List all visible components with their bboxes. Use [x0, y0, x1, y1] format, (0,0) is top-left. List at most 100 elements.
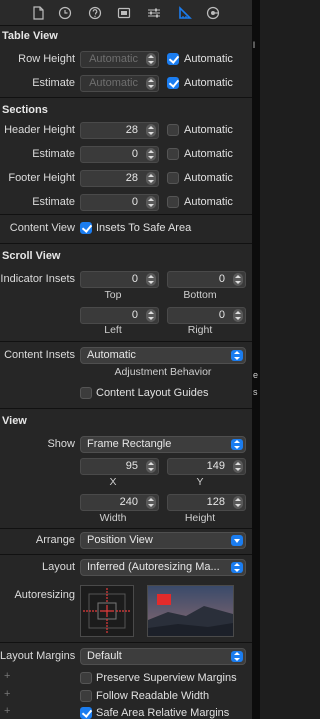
frame-y-caption: Y: [196, 476, 204, 488]
row-estimate-stepper[interactable]: [146, 77, 156, 90]
frame-width-caption: Width: [99, 512, 127, 524]
edge-mark: e: [253, 370, 259, 380]
header-height-automatic-checkbox[interactable]: [167, 124, 179, 136]
plus-icon[interactable]: +: [4, 670, 10, 682]
divider: [0, 408, 252, 409]
divider: [0, 642, 252, 643]
row-height-value: Automatic: [89, 53, 138, 65]
plus-icon[interactable]: +: [4, 705, 10, 717]
safe-area-relative-margins-label: Safe Area Relative Margins: [96, 707, 230, 719]
indicator-inset-left-stepper[interactable]: [146, 309, 156, 322]
row-estimate-field[interactable]: Automatic: [80, 75, 159, 92]
insets-to-safe-area-label: Insets To Safe Area: [96, 222, 192, 234]
preserve-superview-margins-checkbox[interactable]: [80, 672, 92, 684]
footer-height-automatic-label: Automatic: [184, 172, 233, 184]
attributes-icon[interactable]: [147, 6, 161, 20]
footer-height-automatic-checkbox[interactable]: [167, 172, 179, 184]
indicator-inset-top-stepper[interactable]: [146, 273, 156, 286]
indicator-insets-label: Indicator Insets: [0, 273, 75, 285]
indicator-inset-left-caption: Left: [104, 324, 122, 336]
footer-estimate-value: 0: [131, 196, 138, 208]
autoresizing-preview: [147, 585, 234, 637]
row-height-automatic-checkbox[interactable]: [167, 53, 179, 65]
header-estimate-automatic-checkbox[interactable]: [167, 148, 179, 160]
content-insets-popup[interactable]: Automatic: [80, 347, 246, 364]
arrange-popup[interactable]: Position View: [80, 532, 246, 549]
divider: [0, 528, 252, 529]
adjustment-behavior-caption: Adjustment Behavior: [114, 366, 212, 378]
preserve-superview-margins-label: Preserve Superview Margins: [96, 672, 237, 684]
section-title-table-view: Table View: [2, 30, 58, 42]
footer-estimate-automatic-checkbox[interactable]: [167, 196, 179, 208]
identity-icon[interactable]: [117, 6, 131, 20]
layout-popup[interactable]: Inferred (Autoresizing Ma...: [80, 559, 246, 576]
content-layout-guides-checkbox[interactable]: [80, 387, 92, 399]
footer-estimate-stepper[interactable]: [146, 196, 156, 209]
footer-height-stepper[interactable]: [146, 172, 156, 185]
frame-x-field[interactable]: 95: [80, 458, 159, 475]
insets-to-safe-area-checkbox[interactable]: [80, 222, 92, 234]
updown-arrows-icon: [231, 562, 243, 573]
frame-y-stepper[interactable]: [233, 460, 243, 473]
arrange-value: Position View: [87, 534, 153, 546]
content-view-label: Content View: [9, 222, 75, 234]
help-icon[interactable]: [88, 6, 102, 20]
autoresizing-mask-control[interactable]: [80, 585, 134, 637]
inspector-toolbar: [0, 0, 252, 26]
footer-estimate-field[interactable]: 0: [80, 194, 159, 211]
plus-icon[interactable]: +: [4, 688, 10, 700]
show-popup[interactable]: Frame Rectangle: [80, 436, 246, 453]
footer-height-field[interactable]: 28: [80, 170, 159, 187]
row-height-automatic-label: Automatic: [184, 53, 233, 65]
indicator-inset-right-field[interactable]: 0: [167, 307, 246, 324]
frame-height-stepper[interactable]: [233, 496, 243, 509]
indicator-inset-right-stepper[interactable]: [233, 309, 243, 322]
frame-x-caption: X: [109, 476, 117, 488]
autoresizing-mask-icon: [83, 588, 131, 634]
frame-height-field[interactable]: 128: [167, 494, 246, 511]
connections-icon[interactable]: [206, 6, 220, 20]
header-height-label: Header Height: [4, 124, 75, 136]
footer-height-value: 28: [125, 172, 138, 184]
frame-width-field[interactable]: 240: [80, 494, 159, 511]
content-layout-guides-label: Content Layout Guides: [96, 387, 209, 399]
indicator-inset-bottom-field[interactable]: 0: [167, 271, 246, 288]
indicator-inset-left-field[interactable]: 0: [80, 307, 159, 324]
history-icon[interactable]: [58, 6, 72, 20]
show-value: Frame Rectangle: [87, 438, 172, 450]
frame-width-value: 240: [119, 496, 138, 508]
frame-width-stepper[interactable]: [146, 496, 156, 509]
header-estimate-value: 0: [131, 148, 138, 160]
canvas-edge: l e s: [252, 0, 260, 719]
content-insets-value: Automatic: [87, 349, 136, 361]
layout-margins-value: Default: [87, 650, 122, 662]
safe-area-relative-margins-checkbox[interactable]: [80, 707, 92, 719]
divider: [0, 97, 252, 98]
header-height-field[interactable]: 28: [80, 122, 159, 139]
frame-x-value: 95: [125, 460, 138, 472]
indicator-inset-bottom-stepper[interactable]: [233, 273, 243, 286]
wallpaper-preview-image: [148, 586, 233, 636]
frame-height-caption: Height: [184, 512, 216, 524]
frame-y-value: 149: [206, 460, 225, 472]
follow-readable-width-label: Follow Readable Width: [96, 690, 210, 702]
row-height-stepper[interactable]: [146, 53, 156, 66]
indicator-inset-right-value: 0: [218, 309, 225, 321]
row-estimate-automatic-label: Automatic: [184, 77, 233, 89]
header-height-stepper[interactable]: [146, 124, 156, 137]
layout-margins-label: Layout Margins: [0, 650, 76, 662]
layout-margins-popup[interactable]: Default: [80, 648, 246, 665]
header-estimate-label: Estimate: [32, 148, 75, 160]
indicator-inset-bottom-caption: Bottom: [183, 289, 217, 301]
frame-y-field[interactable]: 149: [167, 458, 246, 475]
row-estimate-automatic-checkbox[interactable]: [167, 77, 179, 89]
file-inspector-icon[interactable]: [31, 6, 45, 20]
row-height-field[interactable]: Automatic: [80, 51, 159, 68]
indicator-inset-top-field[interactable]: 0: [80, 271, 159, 288]
frame-x-stepper[interactable]: [146, 460, 156, 473]
size-inspector-icon[interactable]: [178, 6, 192, 20]
indicator-inset-bottom-value: 0: [218, 273, 225, 285]
follow-readable-width-checkbox[interactable]: [80, 690, 92, 702]
header-estimate-stepper[interactable]: [146, 148, 156, 161]
header-estimate-field[interactable]: 0: [80, 146, 159, 163]
